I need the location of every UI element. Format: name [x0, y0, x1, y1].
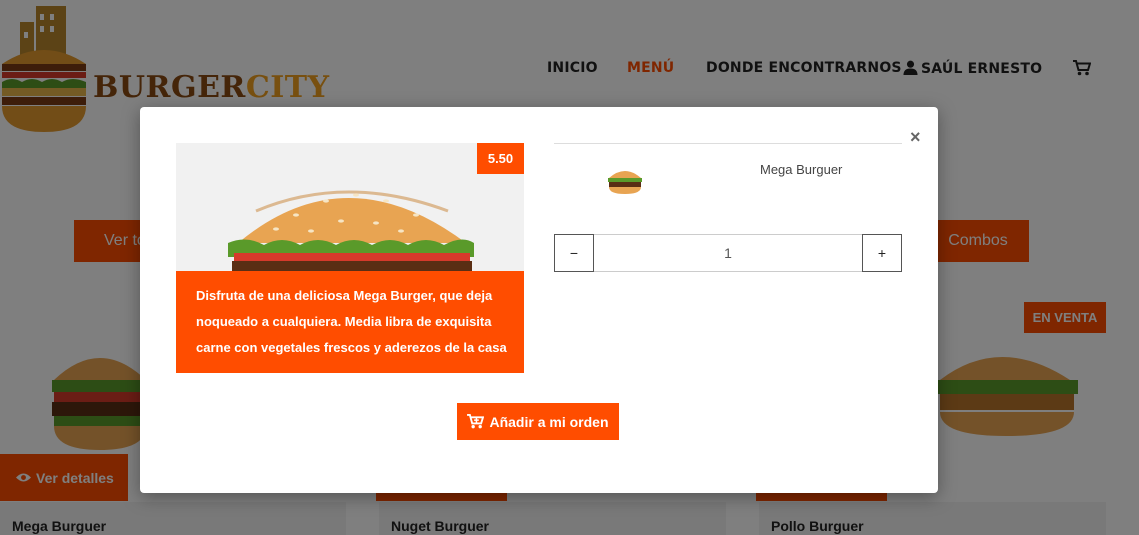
add-to-order-button[interactable]: Añadir a mi orden [457, 403, 619, 440]
product-thumbnail [608, 171, 642, 194]
divider [554, 143, 902, 144]
product-modal: 5.50 Disfruta de una deliciosa Mega Burg… [140, 107, 938, 493]
quantity-stepper: − + [554, 234, 902, 272]
item-name: Mega Burguer [760, 162, 843, 177]
increment-button[interactable]: + [862, 234, 902, 272]
quantity-input[interactable] [594, 234, 862, 272]
product-image-panel: 5.50 Disfruta de una deliciosa Mega Burg… [176, 143, 524, 373]
product-description: Disfruta de una deliciosa Mega Burger, q… [176, 271, 524, 373]
add-to-order-label: Añadir a mi orden [489, 413, 609, 430]
cart-icon [467, 414, 485, 429]
decrement-button[interactable]: − [554, 234, 594, 272]
close-button[interactable]: × [910, 127, 921, 147]
price-badge: 5.50 [477, 143, 524, 174]
